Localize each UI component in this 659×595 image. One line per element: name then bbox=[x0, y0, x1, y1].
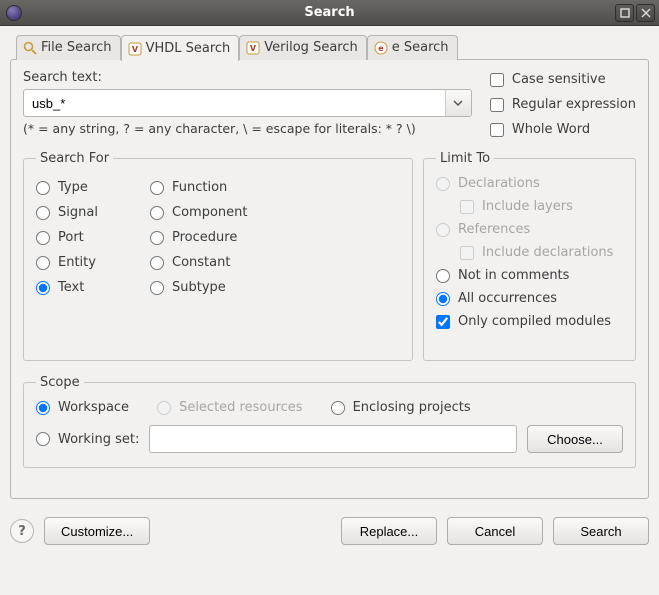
search-for-constant[interactable]: Constant bbox=[150, 255, 400, 270]
scope-selected-resources: Selected resources bbox=[157, 400, 303, 415]
dialog-body: File Search V VHDL Search V Verilog Sear… bbox=[0, 26, 659, 555]
regex-label: Regular expression bbox=[512, 97, 636, 112]
cancel-button[interactable]: Cancel bbox=[447, 517, 543, 545]
verilog-icon: V bbox=[246, 41, 260, 55]
tab-label: VHDL Search bbox=[146, 41, 231, 56]
search-for-entity-radio[interactable] bbox=[36, 256, 50, 270]
search-for-component-radio[interactable] bbox=[150, 206, 164, 220]
svg-text:V: V bbox=[250, 44, 257, 53]
limit-to-legend: Limit To bbox=[436, 151, 494, 166]
combo-dropdown-button[interactable] bbox=[445, 90, 471, 116]
search-for-component[interactable]: Component bbox=[150, 205, 400, 220]
footer: ? Customize... Replace... Cancel Search bbox=[10, 517, 649, 545]
window-controls bbox=[615, 4, 655, 22]
choose-button[interactable]: Choose... bbox=[527, 425, 623, 453]
search-hint: (* = any string, ? = any character, \ = … bbox=[23, 121, 472, 136]
app-icon-wrap bbox=[6, 5, 22, 21]
scope-enclosing-radio[interactable] bbox=[331, 401, 345, 415]
svg-text:V: V bbox=[131, 45, 138, 54]
search-for-port-radio[interactable] bbox=[36, 231, 50, 245]
search-button[interactable]: Search bbox=[553, 517, 649, 545]
eclipse-icon bbox=[6, 5, 22, 21]
scope-working-set[interactable]: Working set: bbox=[36, 432, 139, 447]
search-text-input[interactable] bbox=[24, 90, 445, 116]
tab-panel: Search text: (* = any string, ? = any ch… bbox=[10, 59, 649, 499]
only-compiled-checkbox[interactable] bbox=[436, 315, 450, 329]
limit-declarations: Declarations bbox=[436, 176, 623, 191]
search-text-label: Search text: bbox=[23, 70, 472, 85]
search-for-function[interactable]: Function bbox=[150, 180, 400, 195]
include-declarations-checkbox bbox=[460, 246, 474, 260]
search-for-subtype-radio[interactable] bbox=[150, 281, 164, 295]
search-for-signal-radio[interactable] bbox=[36, 206, 50, 220]
vhdl-icon: V bbox=[128, 42, 142, 56]
whole-word-label: Whole Word bbox=[512, 122, 590, 137]
titlebar: Search bbox=[0, 0, 659, 26]
scope-enclosing[interactable]: Enclosing projects bbox=[331, 400, 471, 415]
svg-text:e: e bbox=[378, 44, 384, 53]
only-compiled[interactable]: Only compiled modules bbox=[436, 314, 623, 329]
search-for-function-radio[interactable] bbox=[150, 181, 164, 195]
scope-workspace-radio[interactable] bbox=[36, 401, 50, 415]
scope-workspace[interactable]: Workspace bbox=[36, 400, 129, 415]
include-declarations: Include declarations bbox=[460, 245, 623, 260]
whole-word-checkbox[interactable] bbox=[490, 123, 504, 137]
case-sensitive-label: Case sensitive bbox=[512, 72, 606, 87]
tab-vhdl-search[interactable]: V VHDL Search bbox=[121, 35, 240, 61]
limit-all-occurrences-radio[interactable] bbox=[436, 292, 450, 306]
tab-label: e Search bbox=[392, 40, 449, 55]
e-icon: e bbox=[374, 41, 388, 55]
search-for-legend: Search For bbox=[36, 151, 113, 166]
scope-legend: Scope bbox=[36, 375, 84, 390]
limit-references: References bbox=[436, 222, 623, 237]
tab-file-search[interactable]: File Search bbox=[16, 35, 121, 60]
customize-button[interactable]: Customize... bbox=[44, 517, 150, 545]
tab-label: Verilog Search bbox=[264, 40, 357, 55]
replace-button[interactable]: Replace... bbox=[341, 517, 437, 545]
limit-all-occurrences[interactable]: All occurrences bbox=[436, 291, 623, 306]
limit-not-in-comments-radio[interactable] bbox=[436, 269, 450, 283]
search-for-group: Search For Type Function Signal Component Po… bbox=[23, 151, 413, 361]
limit-declarations-radio bbox=[436, 177, 450, 191]
scope-selected-resources-radio bbox=[157, 401, 171, 415]
search-for-entity[interactable]: Entity bbox=[36, 255, 146, 270]
limit-references-radio bbox=[436, 223, 450, 237]
close-button[interactable] bbox=[636, 4, 655, 22]
scope-working-set-radio[interactable] bbox=[36, 432, 50, 446]
minimize-button[interactable] bbox=[615, 4, 634, 22]
help-icon[interactable]: ? bbox=[10, 519, 34, 543]
whole-word-check[interactable]: Whole Word bbox=[490, 122, 636, 137]
include-layers-checkbox bbox=[460, 200, 474, 214]
regex-checkbox[interactable] bbox=[490, 98, 504, 112]
search-for-port[interactable]: Port bbox=[36, 230, 146, 245]
search-text-combo bbox=[23, 89, 472, 117]
search-for-type-radio[interactable] bbox=[36, 181, 50, 195]
window-title: Search bbox=[304, 5, 354, 20]
working-set-input[interactable] bbox=[149, 425, 517, 453]
include-layers: Include layers bbox=[460, 199, 623, 214]
search-for-subtype[interactable]: Subtype bbox=[150, 280, 400, 295]
search-for-type[interactable]: Type bbox=[36, 180, 146, 195]
search-icon bbox=[23, 41, 37, 55]
case-sensitive-checkbox[interactable] bbox=[490, 73, 504, 87]
search-for-procedure[interactable]: Procedure bbox=[150, 230, 400, 245]
case-sensitive-check[interactable]: Case sensitive bbox=[490, 72, 636, 87]
tab-label: File Search bbox=[41, 40, 112, 55]
search-for-signal[interactable]: Signal bbox=[36, 205, 146, 220]
search-for-text[interactable]: Text bbox=[36, 280, 146, 295]
limit-not-in-comments[interactable]: Not in comments bbox=[436, 268, 623, 283]
tab-verilog-search[interactable]: V Verilog Search bbox=[239, 35, 366, 60]
regex-check[interactable]: Regular expression bbox=[490, 97, 636, 112]
tab-e-search[interactable]: e e Search bbox=[367, 35, 458, 60]
tabbar: File Search V VHDL Search V Verilog Sear… bbox=[10, 34, 649, 60]
search-for-constant-radio[interactable] bbox=[150, 256, 164, 270]
scope-group: Scope Workspace Selected resources Enclo… bbox=[23, 375, 636, 468]
search-for-text-radio[interactable] bbox=[36, 281, 50, 295]
search-for-procedure-radio[interactable] bbox=[150, 231, 164, 245]
chevron-down-icon bbox=[453, 98, 463, 108]
limit-to-group: Limit To Declarations Include layers Ref… bbox=[423, 151, 636, 361]
